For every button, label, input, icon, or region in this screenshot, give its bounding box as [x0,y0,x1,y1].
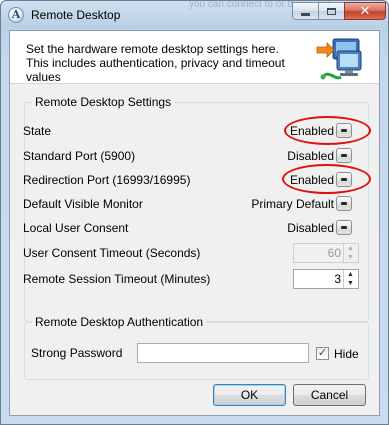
remote-desktop-window: A Remote Desktop you can connect to or t… [0,0,389,425]
ok-button[interactable]: OK [213,384,286,406]
dot-icon [341,129,347,132]
cancel-button[interactable]: Cancel [293,384,366,406]
default-monitor-change-button[interactable] [336,196,352,211]
redirection-port-value: Enabled [289,173,334,187]
local-user-consent-label: Local User Consent [23,221,129,235]
spin-up-icon[interactable]: ▲ [344,244,357,253]
redirection-port-change-button[interactable] [336,172,352,187]
default-monitor-label: Default Visible Monitor [23,197,143,211]
hide-label: Hide [334,347,359,361]
title-bar[interactable]: A Remote Desktop you can connect to or t… [1,1,388,29]
strong-password-label: Strong Password [31,346,123,360]
local-user-consent-value: Disabled [287,221,334,235]
maximize-icon [327,7,336,15]
app-icon: A [8,7,24,23]
spin-down-icon[interactable]: ▼ [344,279,357,288]
strong-password-input[interactable] [137,343,309,363]
standard-port-label: Standard Port (5900) [23,149,136,163]
hide-checkbox[interactable]: ✓ [316,347,329,360]
consent-timeout-label: User Consent Timeout (Seconds) [23,246,201,260]
header-panel: Set the hardware remote desktop settings… [10,31,379,84]
dot-icon [341,202,347,205]
header-description: Set the hardware remote desktop settings… [26,42,285,84]
standard-port-change-button[interactable] [336,148,352,163]
close-icon: ✕ [359,3,371,18]
state-change-button[interactable] [336,123,352,138]
consent-timeout-spinner[interactable]: 60 ▲ ▼ [293,243,359,263]
standard-port-value: Disabled [287,149,334,163]
state-label: State [23,124,52,138]
dot-icon [341,154,347,157]
local-user-consent-change-button[interactable] [336,220,352,235]
spin-down-icon[interactable]: ▼ [344,253,357,262]
redirection-port-label: Redirection Port (16993/16995) [23,173,191,187]
session-timeout-label: Remote Session Timeout (Minutes) [23,272,211,286]
dot-icon [341,226,347,229]
session-timeout-spinner[interactable]: 3 ▲ ▼ [293,269,359,289]
spin-up-icon[interactable]: ▲ [344,270,357,279]
session-timeout-arrows: ▲ ▼ [343,270,358,288]
dot-icon [341,178,347,181]
authentication-group-title: Remote Desktop Authentication [32,315,207,329]
maximize-button[interactable] [318,2,344,20]
minimize-icon [301,12,310,16]
remote-desktop-computers-icon [316,38,362,80]
window-title: Remote Desktop [31,8,121,22]
state-value: Enabled [289,124,334,138]
session-timeout-value: 3 [334,272,341,286]
default-monitor-value: Primary Default [251,197,334,211]
close-button[interactable]: ✕ [344,2,386,20]
consent-timeout-arrows: ▲ ▼ [343,244,358,262]
settings-group-title: Remote Desktop Settings [32,95,175,109]
minimize-button[interactable] [292,2,318,20]
consent-timeout-value: 60 [327,246,341,260]
